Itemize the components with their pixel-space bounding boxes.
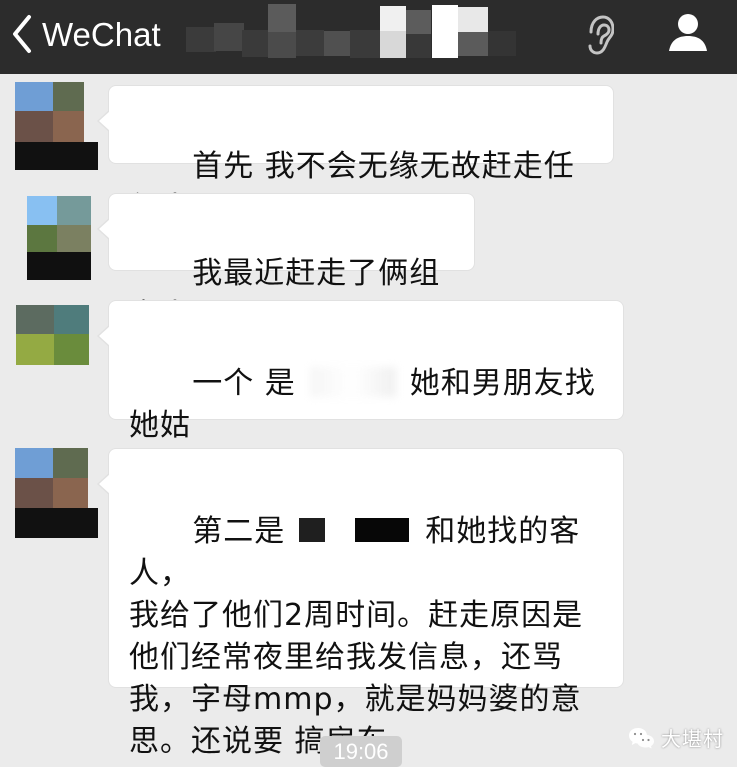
avatar-mosaic-block (27, 196, 57, 225)
avatar-mosaic-block (15, 508, 98, 538)
back-button[interactable]: WeChat (8, 9, 161, 59)
message-timestamp: 19:06 (320, 736, 402, 767)
title-mosaic-block (214, 23, 244, 51)
incoming-message-bubble: 首先 我不会无缘无故赶走任何人 (97, 85, 614, 226)
message-text: 和她找的客人， 我给了他们2周时间。赶走原因是 他们经常夜里给我发信息，还骂 我… (129, 514, 584, 759)
title-mosaic-block (268, 4, 296, 32)
avatar-mosaic-block (27, 225, 57, 252)
incoming-message-bubble: 一个 是她和男朋友找她姑 姑来恐吓我，这些我都有录音。 (97, 300, 624, 485)
message-text: 第二是 (192, 514, 286, 549)
avatar-mosaic-block (15, 82, 53, 111)
back-label: WeChat (42, 15, 161, 53)
title-mosaic-block (350, 30, 380, 58)
title-mosaic-block (296, 30, 324, 56)
redacted-avatar (27, 196, 97, 280)
top-navigation-bar: WeChat (0, 0, 737, 74)
avatar-mosaic-block (53, 478, 88, 508)
title-mosaic-block (324, 31, 352, 56)
wechat-chat-screen: WeChat 首先 我不会无缘无故赶走任 我最近赶走了俩组 一个 是 她和男朋友… (0, 0, 737, 767)
title-mosaic-block (380, 6, 406, 31)
avatar-mosaic-block (27, 252, 91, 280)
incoming-message-bubble: 第二是 和她找的客人， 我给了他们2周时间。赶走原因是 他们经常夜里给我发信息，还… (97, 448, 624, 759)
profile-icon[interactable] (666, 12, 710, 52)
avatar-mosaic-block (15, 111, 53, 142)
black-box-redaction (299, 517, 326, 542)
chat-message-list[interactable]: 首先 我不会无缘无故赶走任何人 我最近赶走了俩组客人 一个 是她和男朋友找她姑 … (0, 74, 737, 767)
redacted-avatar (16, 305, 91, 365)
title-mosaic-block (406, 10, 431, 35)
avatar-mosaic-block (15, 478, 53, 508)
title-mosaic-block (380, 31, 406, 58)
redacted-avatar (15, 448, 98, 538)
black-box-wide-redaction (355, 517, 410, 542)
title-mosaic-block (406, 34, 431, 58)
wechat-channel-icon (629, 727, 654, 748)
avatar-mosaic-block (54, 334, 89, 365)
avatar-mosaic-block (57, 196, 91, 225)
avatar-mosaic-block (53, 111, 84, 142)
title-mosaic-block (268, 32, 296, 58)
title-mosaic-block (458, 32, 488, 56)
redacted-avatar (15, 82, 98, 170)
title-mosaic-block (242, 30, 270, 57)
title-mosaic-block (432, 5, 458, 31)
avatar-mosaic-block (15, 448, 53, 478)
title-mosaic-block (458, 7, 488, 32)
channel-watermark: 大堪村 (628, 723, 724, 751)
avatar-mosaic-block (54, 305, 89, 334)
title-mosaic-block (488, 31, 516, 56)
avatar-mosaic-block (16, 305, 54, 334)
title-mosaic-block (186, 27, 216, 52)
avatar-mosaic-block (57, 225, 91, 252)
avatar-mosaic-block (53, 82, 84, 111)
avatar-mosaic-block (15, 142, 98, 170)
redacted-chat-title (186, 0, 520, 74)
chevron-left-icon (13, 15, 31, 53)
ear-voice-icon[interactable] (586, 14, 614, 56)
blurred-name-redaction (309, 366, 396, 397)
title-mosaic-block (432, 31, 458, 58)
incoming-message-bubble: 我最近赶走了俩组客人 (97, 193, 475, 333)
message-text: 一个 是 (192, 366, 296, 401)
avatar-mosaic-block (16, 334, 54, 365)
avatar-mosaic-block (53, 448, 88, 478)
watermark-text: 大堪村 (661, 726, 724, 751)
